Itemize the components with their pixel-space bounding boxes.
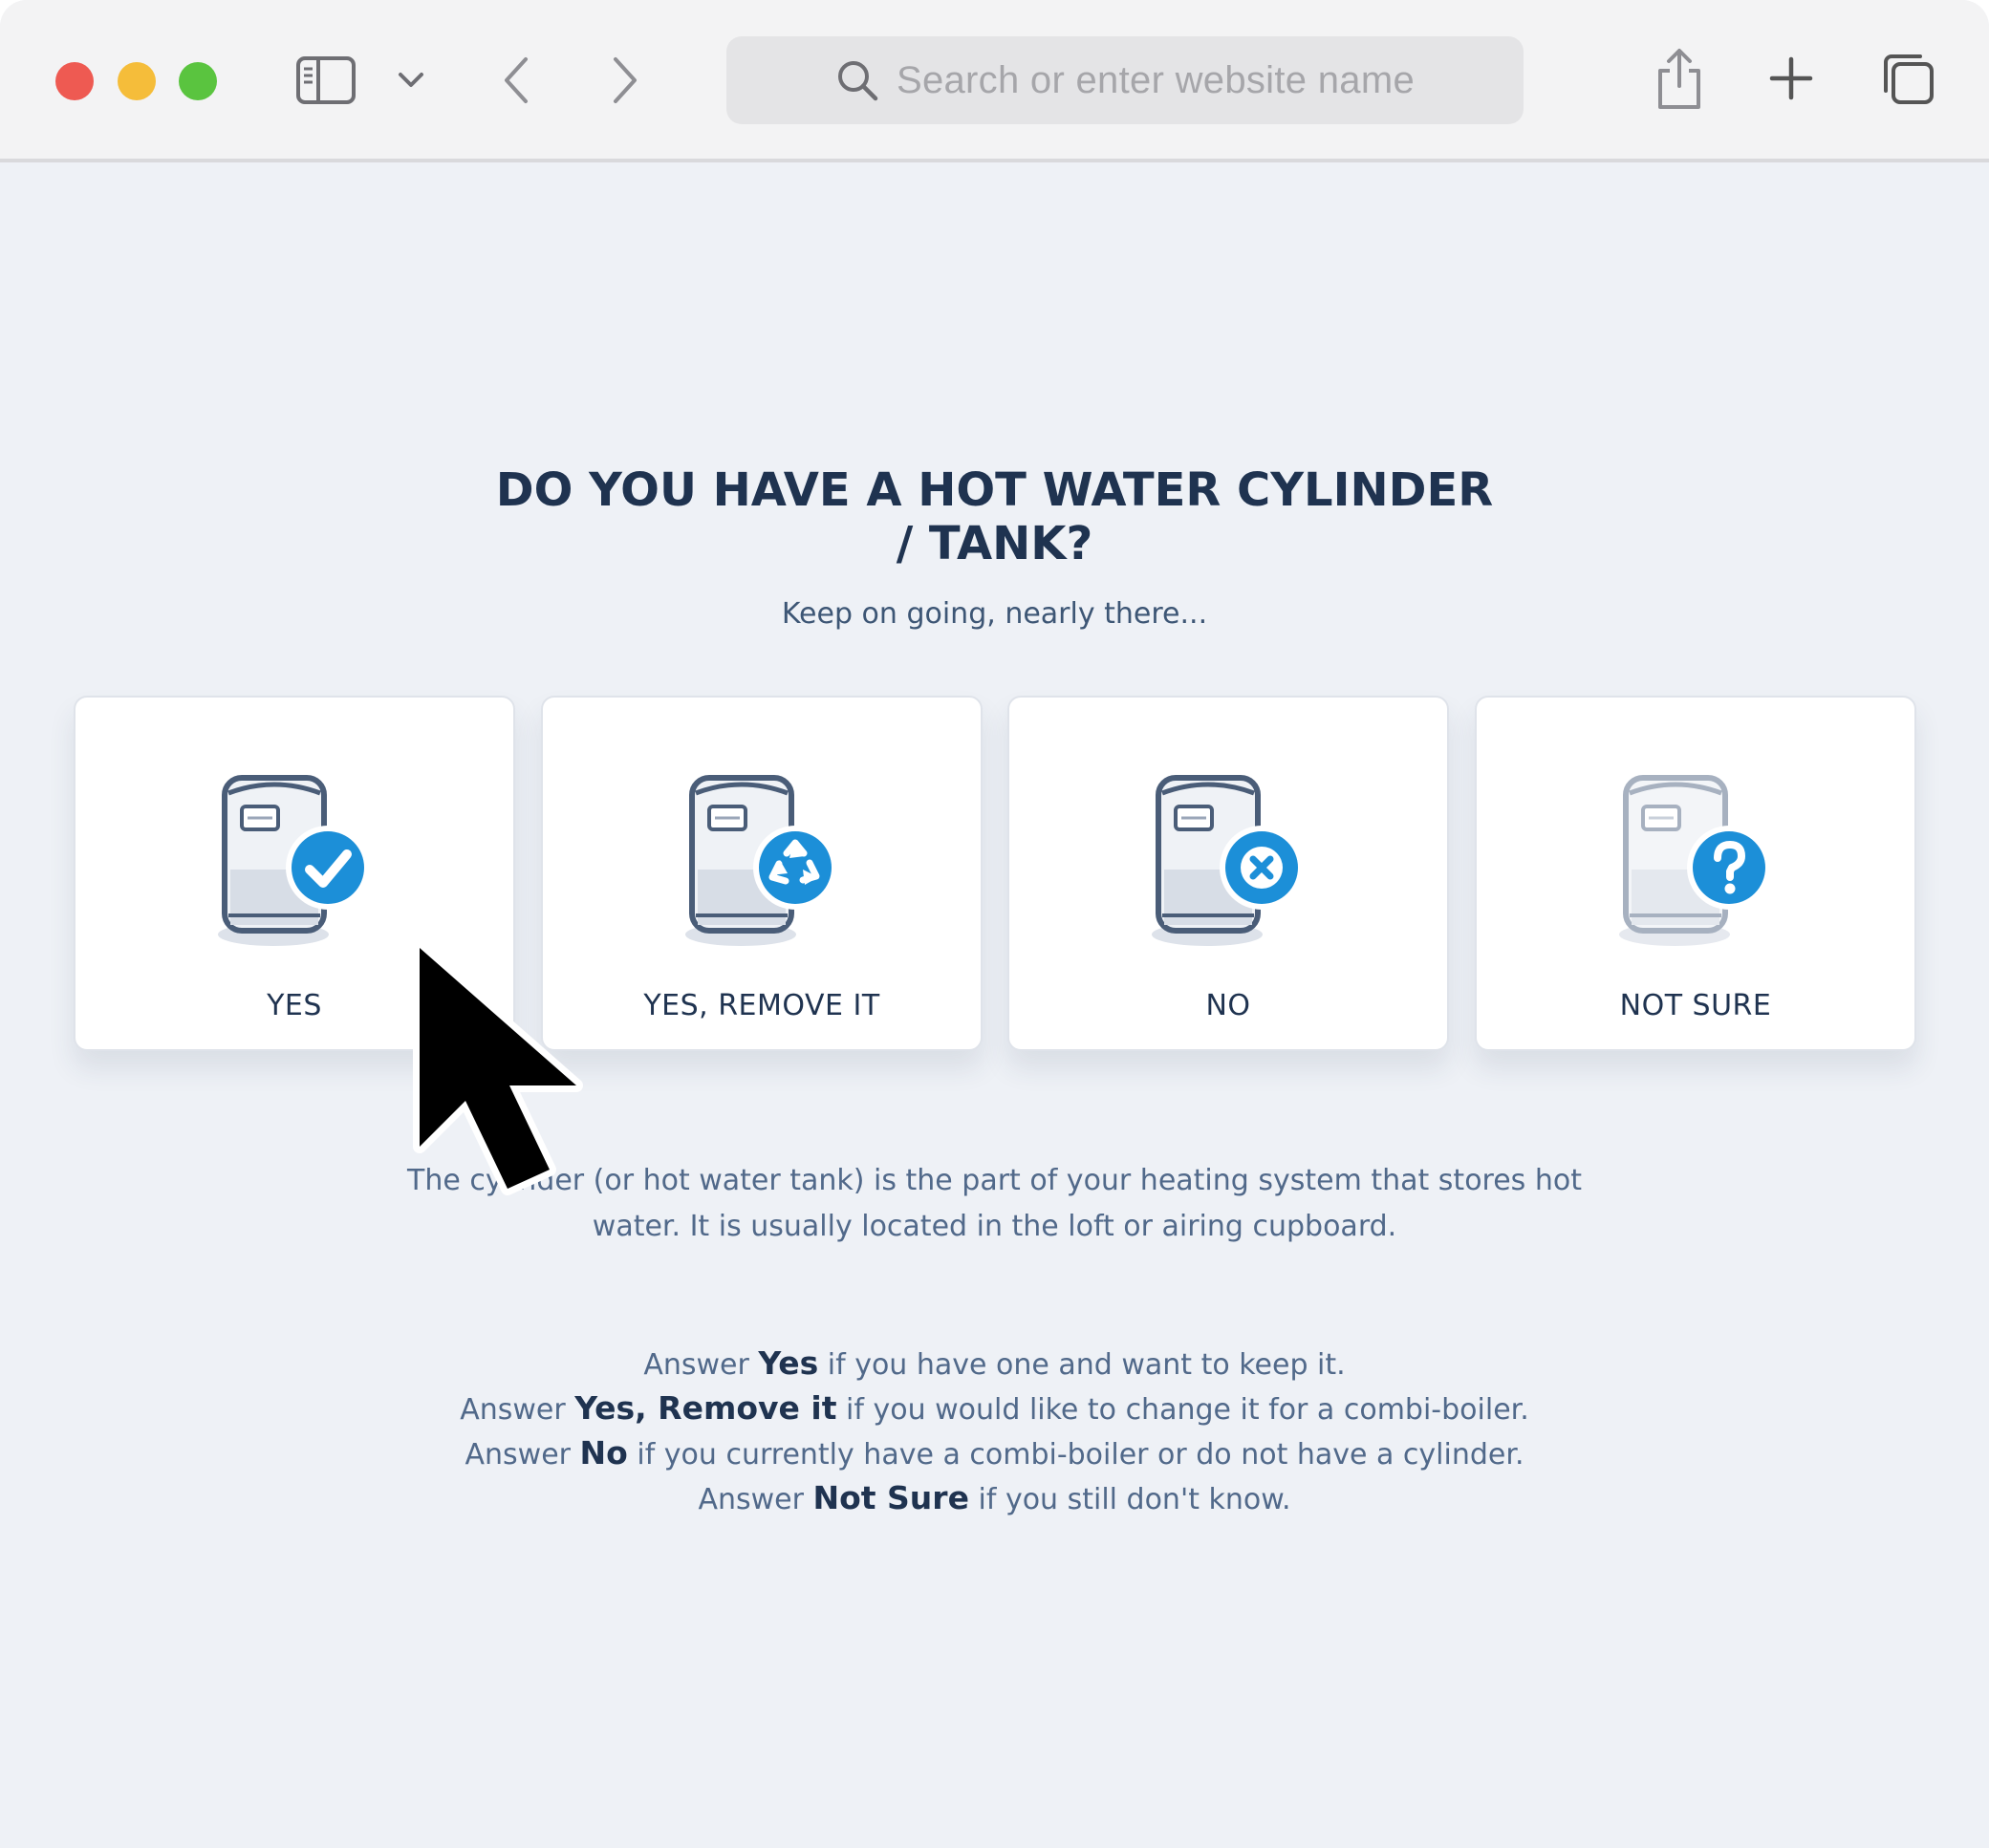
new-tab-plus-icon[interactable] <box>1768 55 1814 101</box>
description-line-1: The cylinder (or hot water tank) is the … <box>407 1164 1582 1197</box>
search-icon <box>835 58 879 102</box>
option-yes-remove-label: YES, REMOVE IT <box>643 989 880 1022</box>
answer-suffix: if you would like to change it for a com… <box>836 1393 1529 1427</box>
forward-arrow-icon[interactable] <box>606 54 644 107</box>
answer-prefix: Answer <box>698 1483 813 1516</box>
option-yes-label: YES <box>267 989 322 1022</box>
chevron-down-icon[interactable] <box>396 67 426 94</box>
page-subtitle: Keep on going, nearly there... <box>781 597 1208 631</box>
answer-prefix: Answer <box>460 1393 575 1427</box>
option-no-label: NO <box>1205 989 1251 1022</box>
option-yes-card[interactable]: YES <box>74 696 515 1051</box>
tab-overview-icon[interactable] <box>1879 52 1936 107</box>
option-not-sure-label: NOT SURE <box>1619 989 1772 1022</box>
answer-suffix: if you currently have a combi-boiler or … <box>627 1438 1524 1472</box>
back-arrow-icon[interactable] <box>497 54 535 107</box>
address-bar[interactable]: Search or enter website name <box>726 36 1524 124</box>
answer-prefix: Answer <box>643 1348 759 1382</box>
cylinder-cross-icon <box>1137 764 1319 956</box>
answer-suffix: if you still don't know. <box>968 1483 1291 1516</box>
answer-guide: Answer Yes if you have one and want to k… <box>0 1342 1989 1521</box>
answer-guide-not-sure: Answer Not Sure if you still don't know. <box>0 1476 1989 1521</box>
share-icon[interactable] <box>1654 46 1705 113</box>
cylinder-question-icon <box>1605 764 1786 956</box>
answer-keyword: Yes, Remove it <box>574 1389 837 1427</box>
answer-keyword: No <box>579 1434 628 1472</box>
sidebar-icon[interactable] <box>294 54 357 107</box>
browser-window: Search or enter website name DO YOU HAVE… <box>0 0 1989 1848</box>
answer-guide-yes: Answer Yes if you have one and want to k… <box>0 1342 1989 1386</box>
page-title: DO YOU HAVE A HOT WATER CYLINDER / TANK? <box>0 463 1989 570</box>
answer-options: YES YES, REMOVE IT NO NOT SURE <box>74 696 1916 1051</box>
cylinder-description: The cylinder (or hot water tank) is the … <box>0 1158 1989 1250</box>
page-title-line-2: / TANK? <box>896 517 1093 570</box>
close-window-icon[interactable] <box>55 62 94 100</box>
address-placeholder: Search or enter website name <box>896 58 1415 101</box>
browser-toolbar: Search or enter website name <box>0 0 1989 162</box>
option-not-sure-card[interactable]: NOT SURE <box>1475 696 1916 1051</box>
answer-suffix: if you have one and want to keep it. <box>818 1348 1346 1382</box>
description-line-2: water. It is usually located in the loft… <box>592 1210 1397 1243</box>
page-title-line-1: DO YOU HAVE A HOT WATER CYLINDER <box>495 463 1494 517</box>
answer-guide-no: Answer No if you currently have a combi-… <box>0 1431 1989 1476</box>
cylinder-check-icon <box>204 764 385 956</box>
option-no-card[interactable]: NO <box>1007 696 1449 1051</box>
cylinder-recycle-icon <box>671 764 853 956</box>
option-yes-remove-card[interactable]: YES, REMOVE IT <box>541 696 983 1051</box>
answer-guide-yes-remove: Answer Yes, Remove it if you would like … <box>0 1386 1989 1431</box>
answer-keyword: Yes <box>758 1344 819 1382</box>
answer-keyword: Not Sure <box>812 1479 969 1516</box>
zoom-window-icon[interactable] <box>179 62 217 100</box>
minimize-window-icon[interactable] <box>118 62 156 100</box>
answer-prefix: Answer <box>465 1438 580 1472</box>
